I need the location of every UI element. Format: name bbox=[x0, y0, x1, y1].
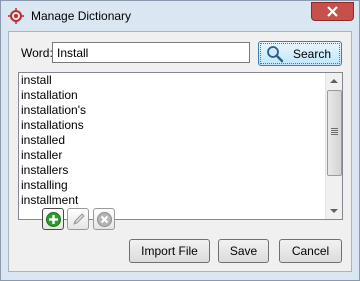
app-icon bbox=[8, 8, 24, 24]
list-item[interactable]: installment bbox=[19, 193, 342, 208]
word-label: Word: bbox=[21, 46, 53, 60]
search-icon bbox=[267, 46, 284, 63]
list-item[interactable]: install bbox=[19, 73, 342, 88]
add-icon bbox=[46, 212, 61, 227]
list-item[interactable]: installer bbox=[19, 148, 342, 163]
import-file-button[interactable]: Import File bbox=[129, 239, 210, 263]
close-button[interactable] bbox=[311, 2, 354, 21]
close-icon bbox=[327, 6, 338, 17]
scroll-down-button[interactable] bbox=[326, 203, 342, 219]
word-list[interactable]: install installation installation's inst… bbox=[18, 72, 343, 220]
word-input[interactable] bbox=[52, 42, 250, 63]
add-word-button[interactable] bbox=[42, 208, 64, 230]
list-item[interactable]: installation's bbox=[19, 103, 342, 118]
vertical-scrollbar[interactable] bbox=[325, 73, 342, 219]
scroll-thumb[interactable] bbox=[327, 90, 342, 176]
grip-line bbox=[331, 134, 338, 135]
delete-icon bbox=[97, 212, 112, 227]
list-item[interactable]: installed bbox=[19, 133, 342, 148]
search-button-label: Search bbox=[293, 47, 332, 61]
list-item[interactable]: installations bbox=[19, 118, 342, 133]
grip-line bbox=[331, 128, 338, 129]
arrow-up-icon bbox=[330, 79, 338, 83]
search-button[interactable]: Search bbox=[258, 41, 342, 66]
list-item[interactable]: installing bbox=[19, 178, 342, 193]
delete-word-button[interactable] bbox=[93, 208, 115, 230]
edit-word-button[interactable] bbox=[67, 208, 89, 230]
list-item[interactable]: installation bbox=[19, 88, 342, 103]
title-bar[interactable]: Manage Dictionary bbox=[1, 1, 359, 31]
scroll-up-button[interactable] bbox=[326, 73, 342, 89]
grip-line bbox=[331, 132, 338, 133]
dialog-body: Word: Search install installation instal… bbox=[8, 31, 352, 272]
cancel-button[interactable]: Cancel bbox=[279, 239, 342, 263]
pencil-icon bbox=[73, 213, 85, 225]
arrow-down-icon bbox=[330, 209, 338, 213]
window-title: Manage Dictionary bbox=[31, 9, 132, 23]
dialog-window: Manage Dictionary Word: Search install i… bbox=[0, 0, 360, 281]
list-item[interactable]: installers bbox=[19, 163, 342, 178]
save-button[interactable]: Save bbox=[218, 239, 269, 263]
grip-line bbox=[331, 130, 338, 131]
